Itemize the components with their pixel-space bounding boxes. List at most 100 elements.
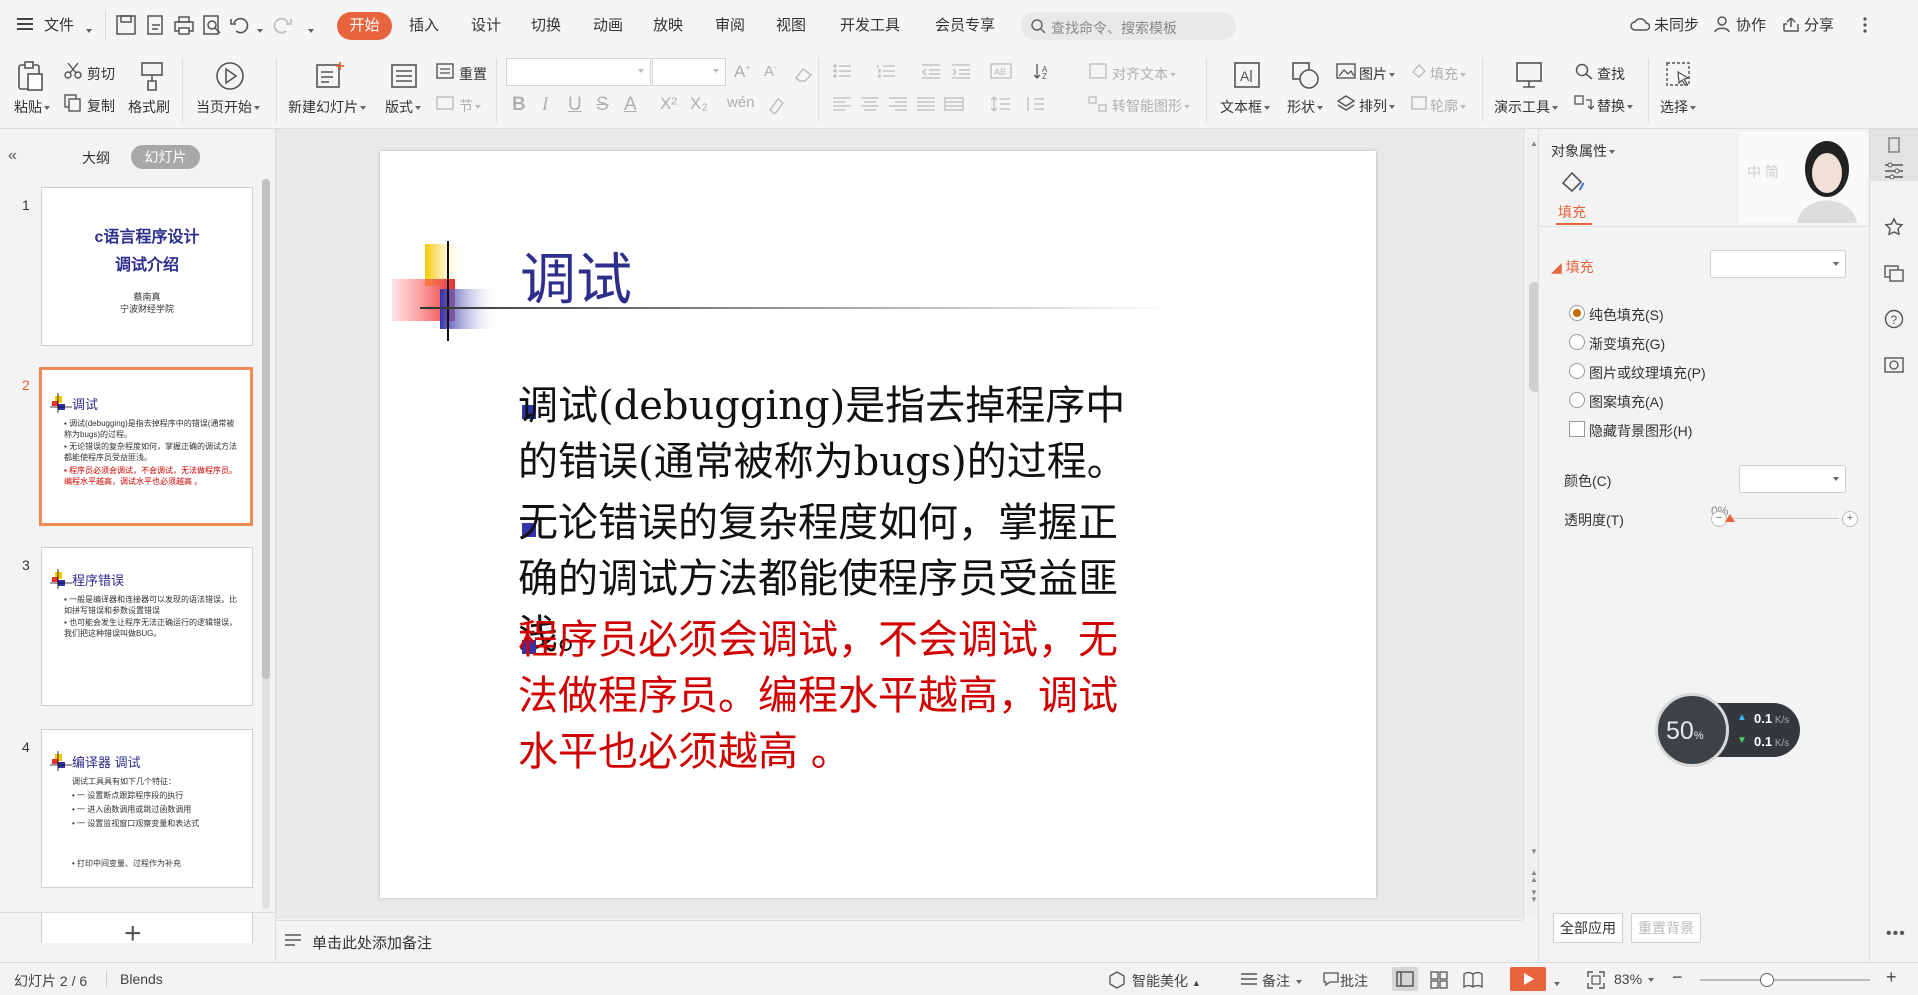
prev-slide-icon[interactable]: ▲ ▲ (1530, 869, 1538, 884)
gradient-fill-label[interactable]: 渐变填充(G) (1589, 334, 1665, 354)
print-preview-icon[interactable] (200, 13, 224, 37)
color-select[interactable] (1739, 465, 1846, 493)
fill-tab[interactable]: 填充 (1558, 202, 1586, 222)
copy-button[interactable]: 复制 (87, 96, 115, 116)
more-icon[interactable]: ••• (1886, 925, 1906, 943)
save-icon[interactable] (114, 13, 138, 37)
layout-button[interactable]: 版式 (385, 97, 421, 117)
normal-view-button[interactable] (1392, 967, 1418, 991)
comments-button[interactable]: 批注 (1340, 971, 1368, 991)
toolbar-scroll-icon[interactable] (1886, 137, 1902, 153)
tab-design[interactable]: 设计 (471, 14, 501, 35)
zoom-slider-handle[interactable] (1760, 973, 1774, 987)
share-icon[interactable] (1782, 15, 1800, 36)
reset-icon[interactable] (436, 62, 454, 83)
slide-bullet-1[interactable]: 调试(debugging)是指去掉程序中的错误(通常被称为bugs)的过程。 (518, 378, 1138, 490)
format-painter-button[interactable]: 格式刷 (128, 97, 170, 117)
zoom-slider[interactable] (1700, 979, 1870, 981)
smart-beautify-button[interactable]: 智能美化 ▲ (1132, 971, 1201, 991)
slide-bullet-3[interactable]: 程序员必须会调试，不会调试，无法做程序员。编程水平越高，调试水平也必须越高 。 (518, 612, 1138, 780)
play-from-current-button[interactable]: 当页开始 (196, 97, 260, 117)
play-slideshow-button[interactable] (1510, 967, 1546, 991)
slide-thumbnail-2[interactable]: 调试 ▪ 调试(debugging)是指去掉程序中的错误(通常被称为bugs)的… (39, 367, 253, 526)
cut-icon[interactable] (64, 62, 82, 83)
presentation-tools-icon[interactable] (1514, 60, 1544, 93)
gradient-fill-radio[interactable] (1569, 334, 1585, 350)
more-options-icon[interactable] (1862, 16, 1868, 37)
presentation-tools-button[interactable]: 演示工具 (1494, 97, 1558, 117)
notes-toggle-icon[interactable] (1240, 972, 1258, 986)
panel-header[interactable]: 对象属性 (1551, 141, 1615, 161)
slide-thumbnail-3[interactable]: 程序错误 ▪ 一般是编译器和连接器可以发现的语法错误，比如拼写错误和参数设置错误… (41, 547, 253, 706)
tab-insert[interactable]: 插入 (409, 14, 439, 35)
slide-thumbnail-5[interactable] (41, 912, 253, 943)
backup-icon[interactable] (1884, 355, 1904, 375)
cut-button[interactable]: 剪切 (87, 64, 115, 84)
scroll-down-icon[interactable]: ▼ (1530, 847, 1538, 856)
notes-placeholder[interactable]: 单击此处添加备注 (312, 932, 432, 953)
share-button[interactable]: 分享 (1804, 14, 1834, 35)
hide-bg-label[interactable]: 隐藏背景图形(H) (1589, 421, 1692, 441)
font-size-select[interactable] (652, 58, 726, 86)
scroll-up-icon[interactable]: ▲ (1530, 139, 1538, 148)
slide-thumbnail-4[interactable]: 编译器 调试 调试工具具有如下几个特征： • 一 设置断点跟踪程序段的执行 • … (41, 729, 253, 888)
hide-bg-checkbox[interactable] (1569, 421, 1585, 437)
font-family-select[interactable] (506, 58, 651, 86)
arrange-icon[interactable] (1336, 94, 1356, 115)
pattern-fill-label[interactable]: 图案填充(A) (1589, 392, 1664, 412)
cloud-sync-icon[interactable] (1630, 15, 1651, 36)
tab-slideshow[interactable]: 放映 (653, 14, 683, 35)
slide-title[interactable]: 调试 (520, 235, 632, 316)
reading-view-icon[interactable] (1463, 971, 1483, 989)
hamburger-icon[interactable] (16, 15, 34, 36)
scrollbar-thumb[interactable] (262, 179, 270, 679)
fill-bucket-icon[interactable] (1559, 169, 1589, 195)
pattern-fill-radio[interactable] (1569, 392, 1585, 408)
play-from-current-icon[interactable] (214, 60, 246, 95)
export-pdf-icon[interactable] (144, 13, 168, 37)
zoom-level[interactable]: 83% (1614, 971, 1654, 987)
collapse-panel-icon[interactable]: « (8, 147, 17, 165)
tab-transition[interactable]: 切换 (531, 14, 561, 35)
smart-beautify-icon[interactable] (1108, 971, 1126, 989)
select-icon[interactable] (1664, 60, 1694, 93)
fit-to-window-icon[interactable] (1587, 971, 1605, 989)
next-slide-icon[interactable]: ▼ ▼ (1530, 889, 1538, 904)
customize-dropdown-icon[interactable] (306, 22, 314, 38)
new-slide-button[interactable]: 新建幻灯片 (288, 97, 366, 117)
paste-icon[interactable] (14, 60, 46, 95)
theme-name[interactable]: Blends (120, 971, 163, 987)
tab-review[interactable]: 审阅 (715, 14, 745, 35)
zoom-out-button[interactable]: − (1672, 967, 1683, 988)
file-menu[interactable]: 文件 (44, 14, 74, 35)
replace-button[interactable]: 替换 (1597, 96, 1633, 116)
picture-fill-label[interactable]: 图片或纹理填充(P) (1589, 363, 1706, 383)
apply-all-button[interactable]: 全部应用 (1553, 913, 1623, 943)
thumbnail-scrollbar[interactable] (262, 179, 270, 909)
redo-icon[interactable] (270, 13, 294, 37)
new-slide-icon[interactable] (314, 60, 346, 95)
undo-icon[interactable] (228, 13, 252, 37)
transparency-slider-handle[interactable] (1725, 514, 1735, 522)
slide-thumbnail-1[interactable]: c语言程序设计 调试介绍 蔡南真 宁波财经学院 (41, 187, 253, 346)
find-button[interactable]: 查找 (1597, 64, 1625, 84)
network-speed-widget[interactable]: 50% ▲ 0.1 K/s ▼ 0.1 K/s (1655, 693, 1805, 769)
transparency-slider[interactable] (1729, 518, 1839, 519)
notes-bar[interactable]: 单击此处添加备注 (276, 920, 1522, 962)
picture-icon[interactable] (1336, 62, 1356, 83)
select-button[interactable]: 选择 (1660, 97, 1696, 117)
play-dropdown-icon[interactable] (1552, 975, 1560, 991)
find-icon[interactable] (1574, 62, 1594, 83)
textbox-icon[interactable]: A (1232, 60, 1262, 93)
textbox-button[interactable]: 文本框 (1220, 97, 1270, 117)
picture-fill-radio[interactable] (1569, 363, 1585, 379)
fill-section-header[interactable]: ◢ 填充 (1551, 257, 1594, 277)
shape-button[interactable]: 形状 (1287, 97, 1323, 117)
tab-view[interactable]: 视图 (776, 14, 806, 35)
transparency-plus-button[interactable]: + (1842, 511, 1858, 527)
tab-member[interactable]: 会员专享 (935, 14, 995, 35)
slide-sorter-icon[interactable] (1430, 971, 1448, 989)
zoom-in-button[interactable]: + (1886, 967, 1897, 988)
reset-button[interactable]: 重置 (459, 64, 487, 84)
tab-slides[interactable]: 幻灯片 (131, 145, 200, 169)
